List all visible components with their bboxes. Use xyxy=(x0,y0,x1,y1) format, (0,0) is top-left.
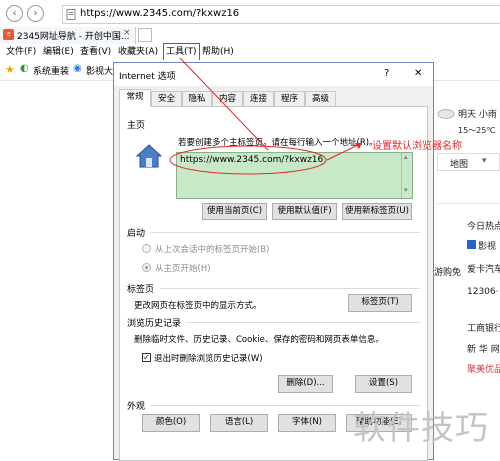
watermark-text: 软件技巧 xyxy=(353,408,489,447)
tab-general[interactable]: 常规 xyxy=(119,89,151,107)
annotation-label: 设置默认浏览器名称 xyxy=(372,141,462,152)
annotation-overlay xyxy=(169,57,363,175)
annotation-line-tools xyxy=(179,57,269,151)
annotation-url-ellipse xyxy=(169,145,327,175)
